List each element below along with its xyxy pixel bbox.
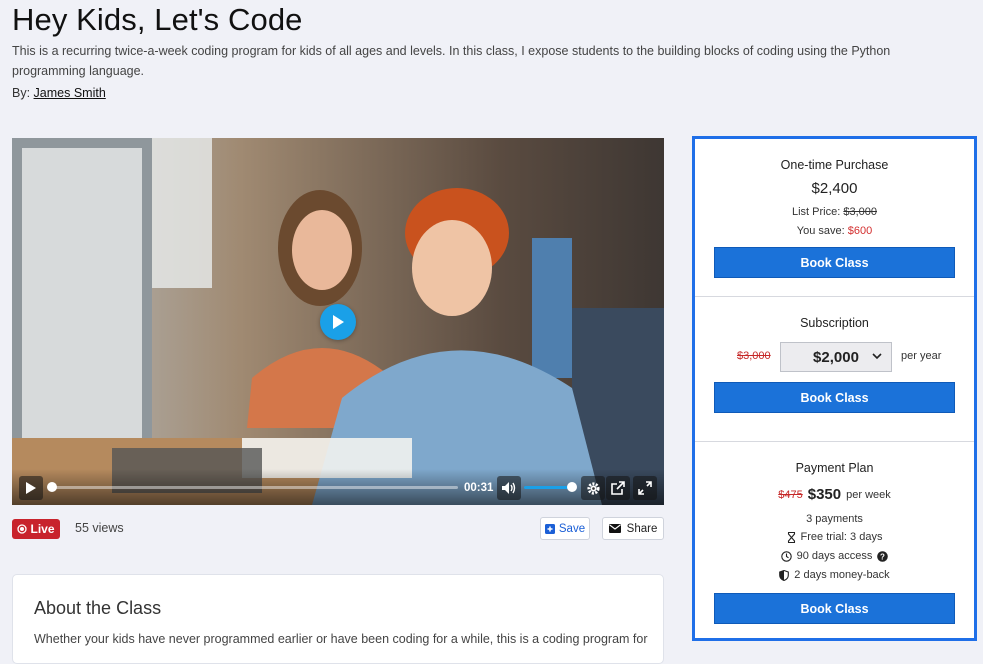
about-title: About the Class xyxy=(34,598,162,618)
mail-icon xyxy=(608,524,621,533)
save-label: Save xyxy=(558,522,586,535)
big-play-button[interactable] xyxy=(320,304,356,340)
list-price: $3,000 xyxy=(843,206,877,218)
live-label: Live xyxy=(30,522,55,536)
subscription-selected-price: $2,000 xyxy=(813,348,859,366)
subscription-title: Subscription xyxy=(800,316,869,330)
byline: By: James Smith xyxy=(12,86,106,100)
pricing-panel: One-time Purchase $2,400 List Price: $3,… xyxy=(692,136,977,641)
fullscreen-button[interactable] xyxy=(633,476,657,500)
svg-text:?: ? xyxy=(880,552,885,561)
hourglass-icon xyxy=(787,531,795,543)
live-dot-icon xyxy=(17,524,28,534)
share-label: Share xyxy=(626,522,658,535)
you-save-label: You save: xyxy=(796,225,845,237)
page-title: Hey Kids, Let's Code xyxy=(12,2,303,37)
settings-button[interactable] xyxy=(581,476,605,500)
you-save-row: You save: $600 xyxy=(695,225,974,237)
list-price-label: List Price: xyxy=(791,206,841,218)
divider xyxy=(695,441,974,442)
seek-knob[interactable] xyxy=(47,482,57,492)
subscription-price-select[interactable]: $2,000 xyxy=(780,342,892,372)
access-row: 90 days access ? xyxy=(695,550,974,562)
chevron-down-icon xyxy=(872,353,882,360)
you-save-amount: $600 xyxy=(847,225,873,237)
payment-count: 3 payments xyxy=(806,513,863,525)
payment-plan-price-row: $475 $350 per week xyxy=(695,486,974,503)
play-icon xyxy=(26,482,36,494)
fullscreen-icon xyxy=(638,481,652,495)
volume-slider[interactable] xyxy=(524,482,577,492)
video-player[interactable]: 00:31 xyxy=(12,138,664,505)
book-class-button-payment-plan[interactable]: Book Class xyxy=(714,593,955,624)
mute-button[interactable] xyxy=(497,476,521,500)
video-controls: 00:31 xyxy=(12,469,664,505)
class-description: This is a recurring twice-a-week coding … xyxy=(12,44,891,78)
help-icon[interactable]: ? xyxy=(877,550,889,562)
shield-icon xyxy=(779,569,790,581)
payment-plan-price: $350 xyxy=(807,486,842,503)
free-trial-text: Free trial: 3 days xyxy=(800,531,883,543)
current-time: 00:31 xyxy=(464,482,494,494)
one-time-price: $2,400 xyxy=(811,180,858,197)
money-back-row: 2 days money-back xyxy=(695,569,974,581)
play-button[interactable] xyxy=(19,476,43,500)
free-trial-row: Free trial: 3 days xyxy=(695,531,974,543)
subscription-old-price: $3,000 xyxy=(737,350,771,362)
save-icon xyxy=(544,523,555,534)
play-icon xyxy=(333,315,344,329)
payment-plan-title: Payment Plan xyxy=(795,461,874,475)
about-card: About the Class Whether your kids have n… xyxy=(12,574,664,664)
by-label: By: xyxy=(12,86,31,100)
seek-bar[interactable] xyxy=(47,482,458,492)
volume-knob[interactable] xyxy=(567,482,577,492)
author-link[interactable]: James Smith xyxy=(34,86,106,100)
popout-button[interactable] xyxy=(606,476,630,500)
clock-icon xyxy=(780,550,792,562)
access-text: 90 days access xyxy=(796,550,873,562)
popout-icon xyxy=(611,481,625,495)
about-text: Whether your kids have never programmed … xyxy=(34,632,648,646)
book-class-button-one-time[interactable]: Book Class xyxy=(714,247,955,278)
one-time-title: One-time Purchase xyxy=(780,158,889,172)
payment-plan-old-price: $475 xyxy=(778,488,803,501)
subscription-period: per year xyxy=(901,350,942,362)
book-class-button-subscription[interactable]: Book Class xyxy=(714,382,955,413)
save-button[interactable]: Save xyxy=(540,517,590,540)
list-price-row: List Price: $3,000 xyxy=(695,206,974,218)
settings-icon xyxy=(586,481,600,495)
share-button[interactable]: Share xyxy=(602,517,664,540)
divider xyxy=(695,296,974,297)
payment-plan-period: per week xyxy=(846,488,891,501)
live-badge: Live xyxy=(12,519,60,539)
money-back-text: 2 days money-back xyxy=(794,569,890,581)
volume-icon xyxy=(502,482,516,494)
view-count: 55 views xyxy=(75,521,124,535)
